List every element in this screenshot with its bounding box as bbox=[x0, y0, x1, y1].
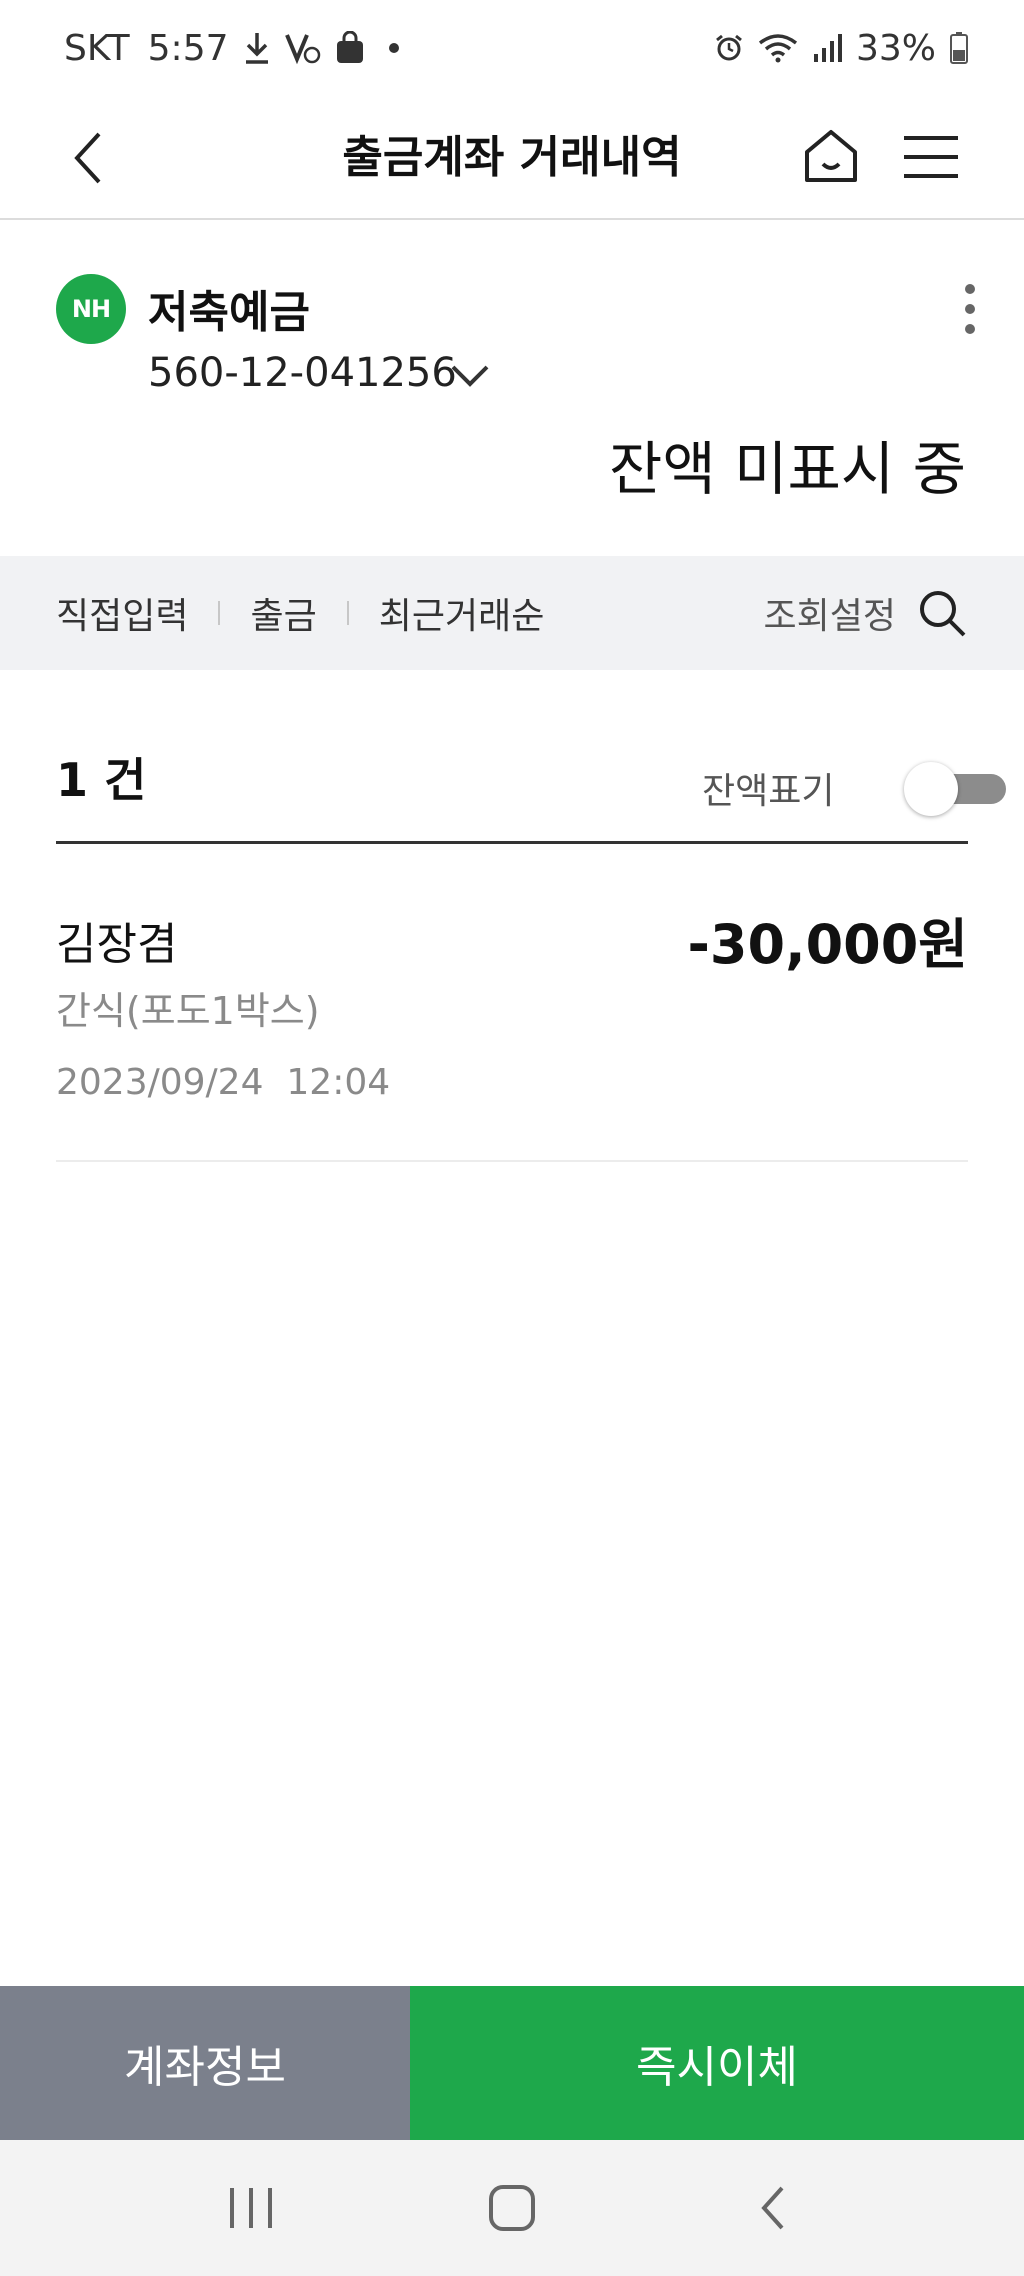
transaction-name: 김장겸 bbox=[56, 919, 178, 970]
back-arrow-icon bbox=[761, 2186, 784, 2230]
filter-divider bbox=[346, 601, 349, 625]
home-square-icon bbox=[488, 2185, 535, 2231]
transaction-memo: 간식(포도1박스) bbox=[56, 989, 320, 1033]
system-nav-bar bbox=[0, 2140, 1024, 2276]
instant-transfer-button[interactable]: 즉시이체 bbox=[410, 1986, 1024, 2140]
bottom-actions: 계좌정보 즉시이체 bbox=[0, 1986, 1024, 2140]
clock: 5:57 bbox=[147, 27, 229, 69]
download-icon bbox=[243, 31, 271, 65]
balance-status: 잔액 미표시 중 bbox=[608, 435, 966, 503]
shopping-bag-icon bbox=[335, 31, 365, 65]
toggle-knob bbox=[904, 762, 958, 816]
inquiry-settings-button[interactable]: 조회설정 bbox=[764, 587, 968, 639]
chevron-left-icon bbox=[74, 132, 101, 184]
more-options-button[interactable] bbox=[948, 274, 992, 344]
bank-logo: NH bbox=[56, 274, 126, 344]
result-count: 1 건 bbox=[56, 753, 147, 807]
status-left: SKT 5:57 bbox=[64, 28, 399, 69]
more-notifications-dot bbox=[388, 43, 399, 53]
home-system-button[interactable] bbox=[462, 2158, 562, 2258]
balance-toggle-label: 잔액표기 bbox=[702, 771, 835, 812]
hamburger-icon bbox=[904, 136, 958, 178]
alarm-icon bbox=[714, 33, 744, 63]
account-info-button[interactable]: 계좌정보 bbox=[0, 1986, 410, 2140]
home-button[interactable] bbox=[796, 122, 866, 192]
wifi-icon bbox=[758, 33, 798, 63]
carrier-label: SKT bbox=[64, 27, 130, 69]
inquiry-settings-label: 조회설정 bbox=[763, 596, 896, 637]
status-right: 33% bbox=[714, 28, 968, 69]
balance-toggle[interactable] bbox=[904, 762, 1010, 816]
kebab-menu-icon bbox=[965, 284, 975, 334]
recent-apps-icon bbox=[229, 2188, 272, 2228]
filter-period[interactable]: 직접입력 bbox=[56, 587, 188, 639]
app-header: 출금계좌 거래내역 bbox=[0, 96, 1024, 220]
transaction-amount: -30,000원 bbox=[687, 913, 968, 976]
signal-icon bbox=[812, 34, 842, 62]
back-button[interactable] bbox=[52, 122, 124, 194]
filter-type[interactable]: 출금 bbox=[250, 587, 316, 639]
system-back-button[interactable] bbox=[723, 2158, 823, 2258]
filter-bar[interactable]: 직접입력 출금 최근거래순 조회설정 bbox=[0, 556, 1024, 670]
filter-divider bbox=[218, 601, 221, 625]
menu-button[interactable] bbox=[896, 122, 966, 192]
account-number[interactable]: 560-12-041256 bbox=[148, 350, 457, 396]
battery-icon bbox=[950, 32, 968, 64]
page-title: 출금계좌 거래내역 bbox=[342, 132, 682, 183]
status-bar: SKT 5:57 33% bbox=[0, 0, 1024, 96]
filter-sort[interactable]: 최근거래순 bbox=[379, 587, 545, 639]
recent-apps-button[interactable] bbox=[201, 2158, 301, 2258]
account-dropdown-button[interactable] bbox=[444, 350, 496, 402]
chevron-down-icon bbox=[451, 365, 489, 387]
battery-percent: 33% bbox=[855, 27, 936, 69]
notification-icon bbox=[284, 31, 321, 65]
account-section: NH 저축예금 560-12-041256 잔액 미표시 중 bbox=[0, 222, 1024, 556]
search-icon bbox=[916, 587, 968, 639]
result-count-row: 1 건 잔액표기 bbox=[56, 670, 1006, 844]
home-icon bbox=[805, 130, 857, 182]
transaction-item[interactable]: 김장겸 -30,000원 간식(포도1박스) 2023/09/24 12:04 bbox=[56, 846, 968, 1162]
account-name: 저축예금 bbox=[148, 287, 310, 338]
transaction-datetime: 2023/09/24 12:04 bbox=[56, 1062, 391, 1103]
